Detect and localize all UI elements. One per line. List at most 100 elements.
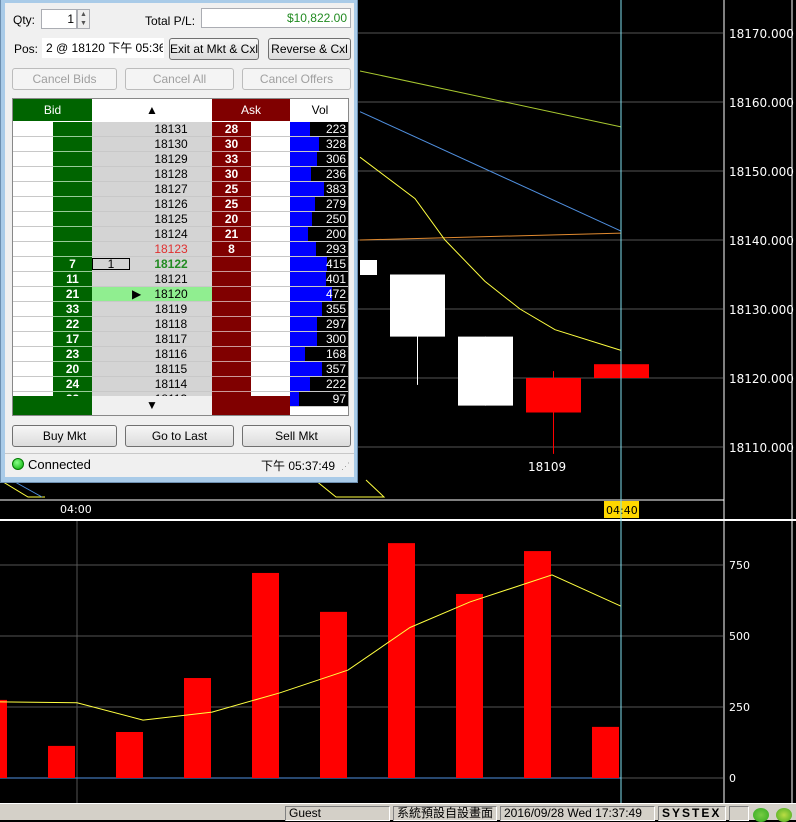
ask-order-cell[interactable] (251, 377, 290, 392)
bid-order-cell[interactable] (13, 212, 53, 227)
working-order-cell[interactable] (92, 317, 130, 332)
price-cell[interactable]: ▶ 18120 (130, 287, 212, 302)
ask-order-cell[interactable] (251, 272, 290, 287)
bid-order-cell[interactable] (13, 137, 53, 152)
ask-size[interactable]: 28 (212, 122, 251, 137)
ask-size[interactable]: 8 (212, 242, 251, 257)
working-order-cell[interactable] (92, 362, 130, 377)
bid-size[interactable] (53, 197, 92, 212)
price-cell[interactable]: 18122 (130, 257, 212, 272)
price-cell[interactable]: 18118 (130, 317, 212, 332)
bid-size[interactable]: 7 (53, 257, 92, 272)
bid-size[interactable] (53, 167, 92, 182)
exit-at-mkt-button[interactable]: Exit at Mkt & Cxl (169, 38, 259, 60)
go-to-last-button[interactable]: Go to Last (125, 425, 234, 447)
ask-size[interactable] (212, 272, 251, 287)
ask-order-cell[interactable] (251, 317, 290, 332)
working-order-cell[interactable] (92, 212, 130, 227)
bid-size[interactable] (53, 137, 92, 152)
scroll-up-button[interactable]: ▲ (92, 99, 212, 121)
buy-mkt-button[interactable]: Buy Mkt (12, 425, 117, 447)
price-cell[interactable]: 18131 (130, 122, 212, 137)
book-row[interactable]: 7 1 18122 415 (13, 257, 348, 272)
bid-size[interactable] (53, 227, 92, 242)
book-row[interactable]: 23 18116 168 (13, 347, 348, 362)
book-row[interactable]: 22 18118 297 (13, 317, 348, 332)
working-order-cell[interactable] (92, 287, 130, 302)
ask-order-cell[interactable] (251, 212, 290, 227)
bid-size[interactable] (53, 182, 92, 197)
working-order-cell[interactable] (92, 332, 130, 347)
ask-size[interactable]: 30 (212, 137, 251, 152)
bid-order-cell[interactable] (13, 317, 53, 332)
bid-order-cell[interactable] (13, 122, 53, 137)
working-order-cell[interactable] (92, 272, 130, 287)
bid-size[interactable] (53, 152, 92, 167)
bid-order-cell[interactable] (13, 347, 53, 362)
bid-size[interactable]: 21 (53, 287, 92, 302)
working-order-qty[interactable]: 1 (92, 258, 130, 270)
ask-size[interactable]: 21 (212, 227, 251, 242)
bid-size[interactable]: 20 (53, 362, 92, 377)
ask-order-cell[interactable] (251, 362, 290, 377)
scroll-down-button[interactable]: ▼ (92, 396, 212, 415)
price-cell[interactable]: 18115 (130, 362, 212, 377)
ask-size[interactable] (212, 287, 251, 302)
ask-order-cell[interactable] (251, 152, 290, 167)
cancel-all-button[interactable]: Cancel All (125, 68, 234, 90)
book-row[interactable]: 18130 30 328 (13, 137, 348, 152)
qty-input[interactable]: 1 (41, 9, 77, 29)
down-arrow-icon[interactable]: ▼ (146, 398, 158, 412)
price-cell[interactable]: 18125 (130, 212, 212, 227)
ask-order-cell[interactable] (251, 227, 290, 242)
price-cell[interactable]: 18127 (130, 182, 212, 197)
book-row[interactable]: 18128 30 236 (13, 167, 348, 182)
working-order-cell[interactable] (92, 377, 130, 392)
bid-order-cell[interactable] (13, 182, 53, 197)
bid-order-cell[interactable] (13, 257, 53, 272)
price-cell[interactable]: 18114 (130, 377, 212, 392)
cancel-offers-button[interactable]: Cancel Offers (242, 68, 351, 90)
bid-size[interactable] (53, 122, 92, 137)
bid-size[interactable]: 11 (53, 272, 92, 287)
bid-order-cell[interactable] (13, 332, 53, 347)
ask-order-cell[interactable] (251, 332, 290, 347)
price-cell[interactable]: 18123 (130, 242, 212, 257)
book-row[interactable]: 21 ▶ 18120 472 (13, 287, 348, 302)
working-order-cell[interactable] (92, 227, 130, 242)
book-row[interactable]: 18126 25 279 (13, 197, 348, 212)
ask-order-cell[interactable] (251, 347, 290, 362)
working-order-cell[interactable]: 1 (92, 257, 130, 272)
down-arrow-icon[interactable]: ▼ (78, 19, 89, 28)
price-cell[interactable]: 18126 (130, 197, 212, 212)
bid-size[interactable] (53, 242, 92, 257)
ask-size[interactable] (212, 347, 251, 362)
bid-order-cell[interactable] (13, 362, 53, 377)
ask-size[interactable] (212, 332, 251, 347)
price-cell[interactable]: 18130 (130, 137, 212, 152)
ask-size[interactable] (212, 317, 251, 332)
ask-size[interactable]: 25 (212, 197, 251, 212)
bid-order-cell[interactable] (13, 287, 53, 302)
resize-grip-icon[interactable]: ⋰ (341, 461, 350, 472)
book-row[interactable]: 18125 20 250 (13, 212, 348, 227)
bid-order-cell[interactable] (13, 227, 53, 242)
working-order-cell[interactable] (92, 242, 130, 257)
price-cell[interactable]: 18119 (130, 302, 212, 317)
bid-order-cell[interactable] (13, 197, 53, 212)
price-cell[interactable]: 18129 (130, 152, 212, 167)
bid-order-cell[interactable] (13, 377, 53, 392)
ask-size[interactable]: 30 (212, 167, 251, 182)
working-order-cell[interactable] (92, 347, 130, 362)
book-row[interactable]: 11 18121 401 (13, 272, 348, 287)
price-cell[interactable]: 18116 (130, 347, 212, 362)
working-order-cell[interactable] (92, 152, 130, 167)
bid-order-cell[interactable] (13, 272, 53, 287)
ask-size[interactable]: 20 (212, 212, 251, 227)
book-row[interactable]: 18131 28 223 (13, 122, 348, 137)
working-order-cell[interactable] (92, 137, 130, 152)
book-row[interactable]: 18127 25 383 (13, 182, 348, 197)
ask-order-cell[interactable] (251, 167, 290, 182)
ask-order-cell[interactable] (251, 182, 290, 197)
book-row[interactable]: 20 18115 357 (13, 362, 348, 377)
